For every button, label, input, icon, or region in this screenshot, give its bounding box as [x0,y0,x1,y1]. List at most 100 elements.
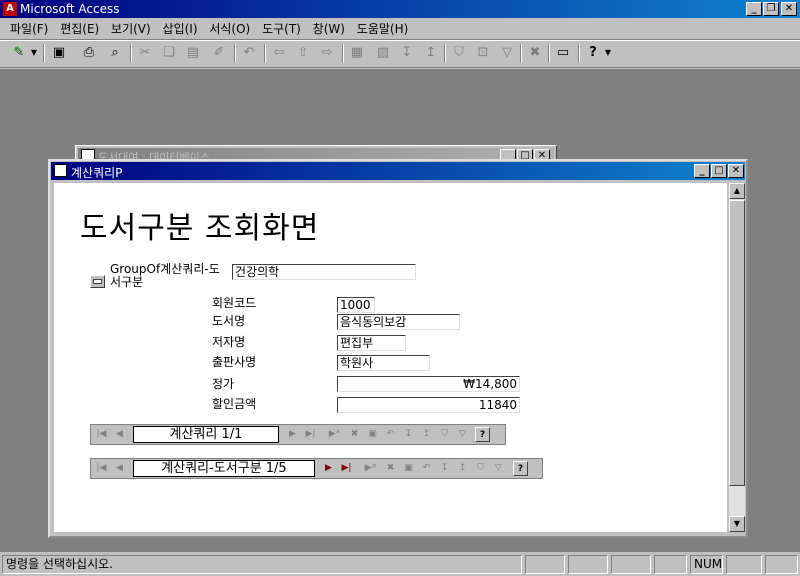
group-label: GroupOf계산쿼리-도서구분 [110,262,220,289]
status-message: 명령을 선택하십시오. [2,555,522,574]
dropdown-arrow-icon[interactable]: ▼ [28,42,40,64]
database-window-icon[interactable]: ▭ [552,42,574,64]
form-maximize-button[interactable]: □ [711,164,727,178]
sort-ascending-icon[interactable]: ↧ [396,42,418,64]
next-record-button[interactable]: ▶ [285,427,300,442]
menu-tools[interactable]: 도구(T) [258,19,305,39]
menu-bar: 파일(F) 편집(E) 보기(V) 삽입(I) 서식(O) 도구(T) 창(W)… [0,19,800,40]
sort-asc-nav-icon[interactable]: ↧ [401,427,416,442]
menu-window[interactable]: 창(W) [309,19,349,39]
sort-descending-icon[interactable]: ↥ [420,42,442,64]
format-painter-icon[interactable]: ✐ [208,42,230,64]
delete-record-icon[interactable]: ✖ [524,42,546,64]
app-title: Microsoft Access [20,2,120,16]
sort-desc-nav-icon[interactable]: ↥ [419,427,434,442]
outer-help-icon[interactable]: ? [513,461,528,476]
outer-filter-icon[interactable]: ⛉ [473,461,488,476]
forward-icon[interactable]: ⇨ [316,42,338,64]
first-record-button[interactable]: |◀ [94,427,109,442]
undo-record-icon[interactable]: ↶ [383,427,398,442]
scroll-thumb[interactable] [729,200,745,486]
back-icon[interactable]: ⇦ [268,42,290,64]
properties-icon[interactable]: ▦ [346,42,368,64]
form-icon [54,164,67,177]
group-expand-icon[interactable] [90,275,105,288]
copy-icon[interactable]: ❏ [158,42,180,64]
form-window: 계산쿼리P _ □ ✕ 도서구분 조회화면 GroupOf계산쿼리-도서구분 건… [48,159,748,538]
apply-filter-icon[interactable]: ▽ [496,42,518,64]
author-label: 저자명 [212,335,246,349]
cut-icon[interactable]: ✂ [134,42,156,64]
menu-help[interactable]: 도움말(H) [353,19,413,39]
outer-apply-filter-icon[interactable]: ▽ [491,461,506,476]
web-icon[interactable]: ⇧ [292,42,314,64]
form-window-title: 계산쿼리P [71,166,123,180]
outer-delete-record-icon[interactable]: ✖ [383,461,398,476]
print-preview-icon[interactable]: ⌕ [104,42,126,64]
form-close-button[interactable]: ✕ [728,164,744,178]
filter-by-selection-icon[interactable]: ⛉ [448,42,470,64]
help-dropdown-icon[interactable]: ▼ [602,42,614,64]
last-record-button[interactable]: ▶| [303,427,318,442]
new-record-icon[interactable]: ▶* [327,427,342,442]
status-num: NUM [690,555,723,574]
print-icon[interactable]: ⎙ [78,42,100,64]
undo-icon[interactable]: ↶ [238,42,260,64]
prev-record-button[interactable]: ◀ [112,427,127,442]
delete-record-nav-icon[interactable]: ✖ [347,427,362,442]
outer-next-record-button[interactable]: ▶ [321,461,336,476]
apply-filter-nav-icon[interactable]: ▽ [455,427,470,442]
view-design-icon[interactable]: ✎ [8,42,30,64]
author-field[interactable]: 편집부 [337,335,406,351]
form-record-counter: 계산쿼리-도서구분 1/5 [133,460,315,477]
outer-save-record-icon[interactable]: ▣ [401,461,416,476]
price-field[interactable]: ₩14,800 [337,376,520,392]
member-code-field[interactable]: 1000 [337,297,375,313]
status-pane-2 [568,555,608,574]
book-title-label: 도서명 [212,314,246,328]
scroll-up-arrow-icon[interactable]: ▲ [729,183,745,199]
menu-format[interactable]: 서식(O) [205,19,254,39]
form-minimize-button[interactable]: _ [694,164,710,178]
paste-icon[interactable]: ▤ [182,42,204,64]
publisher-field[interactable]: 학원사 [337,355,430,371]
save-record-icon[interactable]: ▣ [365,427,380,442]
discount-field[interactable]: 11840 [337,397,520,413]
restore-button[interactable]: ❐ [763,2,779,16]
outer-first-record-button[interactable]: |◀ [94,461,109,476]
price-label: 정가 [212,377,235,391]
status-pane-4 [654,555,687,574]
scroll-down-arrow-icon[interactable]: ▼ [729,516,745,532]
menu-view[interactable]: 보기(V) [107,19,155,39]
minimize-button[interactable]: _ [746,2,762,16]
member-code-label: 회원코드 [212,296,257,310]
menu-insert[interactable]: 삽입(I) [159,19,202,39]
filter-nav-icon[interactable]: ⛉ [437,427,452,442]
form-title-bar: 계산쿼리P _ □ ✕ [51,162,745,180]
save-icon[interactable]: ▣ [48,42,70,64]
menu-edit[interactable]: 편집(E) [56,19,103,39]
discount-label: 할인금액 [212,397,257,411]
subform-record-navigator: |◀ ◀ 계산쿼리 1/1 ▶ ▶| ▶* ✖ ▣ ↶ ↧ ↥ ⛉ ▽ ? [90,424,506,445]
status-pane-3 [611,555,651,574]
form-scrollbar[interactable]: ▲ ▼ [729,183,745,532]
help-nav-icon[interactable]: ? [475,427,490,442]
close-button[interactable]: ✕ [781,2,797,16]
book-title-field[interactable]: 음식동의보감 [337,314,460,330]
publisher-label: 출판사명 [212,355,257,369]
status-pane-5 [726,555,762,574]
filter-by-form-icon[interactable]: ⊡ [472,42,494,64]
outer-last-record-button[interactable]: ▶| [339,461,354,476]
new-object-icon[interactable]: ▨ [372,42,394,64]
menu-file[interactable]: 파일(F) [6,19,52,39]
status-pane-1 [525,555,565,574]
outer-prev-record-button[interactable]: ◀ [112,461,127,476]
form-heading: 도서구분 조회화면 [80,211,320,246]
outer-sort-desc-icon[interactable]: ↥ [455,461,470,476]
outer-sort-asc-icon[interactable]: ↧ [437,461,452,476]
group-value-field[interactable]: 건강의학 [232,264,416,280]
outer-new-record-icon[interactable]: ▶* [363,461,378,476]
help-icon[interactable]: ? [582,42,604,64]
outer-undo-record-icon[interactable]: ↶ [419,461,434,476]
form-record-navigator: |◀ ◀ 계산쿼리-도서구분 1/5 ▶ ▶| ▶* ✖ ▣ ↶ ↧ ↥ ⛉ ▽… [90,458,543,479]
